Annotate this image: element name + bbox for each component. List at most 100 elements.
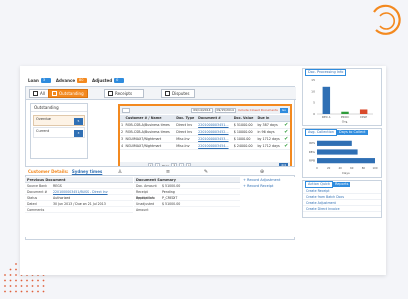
actions-section: + Record Adjustment + Record Receipt <box>241 177 295 237</box>
x-tick-label: 40 <box>339 166 343 170</box>
receipt-icon <box>108 91 113 96</box>
table-cell: $ 10000.00 <box>232 128 257 136</box>
table-row[interactable]: 1 ROB-CSB-A/Business times Direct Inv 22010… <box>120 121 290 129</box>
avg-collection-tab[interactable]: Avg. Collection <box>305 129 338 136</box>
days-to-collect-tab[interactable]: Days to Collect <box>337 130 368 135</box>
table-cell[interactable]: 2201000003452... <box>197 128 233 136</box>
tab-receipts[interactable]: Receipts <box>104 89 144 98</box>
filter-loan[interactable]: Loan 3 <box>28 77 51 83</box>
filter-label: Adjusted <box>92 77 113 83</box>
action-quick-tab[interactable]: Action Quick <box>305 181 333 188</box>
x-tick-label: 0 <box>316 166 318 170</box>
detail-key: Comments <box>27 208 45 212</box>
outstanding-panel: Outstanding Overdue 5 Current 3 <box>30 103 88 159</box>
list-icon[interactable]: ≡ <box>165 169 171 175</box>
bar[interactable] <box>322 86 331 114</box>
customer-link[interactable]: Sydney times <box>72 169 102 174</box>
user-icon[interactable]: ♙ <box>117 169 123 175</box>
filter-count-badge: 80 <box>77 77 88 83</box>
globe-icon[interactable]: ⊕ <box>259 169 265 175</box>
bar[interactable] <box>317 149 358 155</box>
check-icon: ✔ <box>283 128 290 136</box>
tab-all[interactable]: All <box>29 89 49 98</box>
date-from-input[interactable]: 09/14/2014 <box>191 107 213 113</box>
table-row[interactable]: 3 NGUIMAX7/Nightmart Misc.Inv 2201000003453… <box>120 135 290 143</box>
detail-value: Pending <box>162 190 175 194</box>
processing-bar-chart: 15 10 5 0 REC.1 PROC DISP Org. <box>311 78 373 124</box>
filter-bar: Loan 3 Advance 80 Adjusted 0 <box>28 76 125 84</box>
table-cell[interactable]: 2201000003451... <box>197 121 233 129</box>
x-tick-label: 20 <box>327 166 331 170</box>
table-cell: $ 24000.00 <box>232 142 257 150</box>
detail-key: Source Bank <box>27 184 47 188</box>
tab-disputes[interactable]: Disputes <box>161 89 195 98</box>
table-cell: Direct Inv <box>175 121 198 129</box>
bar[interactable] <box>359 109 368 114</box>
detail-label-text: Customer Details: <box>28 168 69 174</box>
detail-value: $ 51000.00 <box>162 184 181 188</box>
x-axis-caption: Org. <box>342 120 348 124</box>
filter-adjusted[interactable]: Adjusted 0 <box>92 77 125 83</box>
table-cell: $ 51000.00 <box>232 121 257 129</box>
app-window: Loan 3 Advance 80 Adjusted 0 All Outstan… <box>20 66 386 275</box>
table-cell: NGUIMAX7/Nightmart <box>124 142 176 150</box>
go-button[interactable]: Go <box>279 107 288 113</box>
quick-actions-widget: Action Quick Reports Create Receipt Creat… <box>302 180 382 218</box>
tab-label: All <box>40 91 45 96</box>
grid-toolbar: 09/14/2014 09/15/2014 Include Closed Doc… <box>120 106 290 114</box>
date-to-input[interactable]: 09/15/2014 <box>214 107 236 113</box>
document-summary-section: Document Summary Doc. Amount $ 51000.00 Re… <box>134 177 240 237</box>
widget-title[interactable]: Doc. Processing Info <box>305 69 347 76</box>
detail-value[interactable]: 2201000003451/BUSS - Direct Inv <box>53 189 108 194</box>
table-row[interactable]: 4 NGUIMAX7/Nightmart Misc.Inv 2201000003454… <box>120 142 290 150</box>
x-tick-label: 100 <box>373 166 378 170</box>
table-cell: by 1712 days <box>256 142 284 150</box>
filter-label: Advance <box>55 77 76 83</box>
table-row[interactable]: 2 ROB-CSB-A/Business times Direct Inv 22010… <box>120 128 290 136</box>
reports-tab[interactable]: Reports <box>332 182 351 187</box>
document-icon <box>52 91 57 96</box>
table-cell[interactable]: 2201000003454... <box>197 142 233 150</box>
y-tick-label: RPS <box>309 141 315 145</box>
bar[interactable] <box>317 140 352 146</box>
record-receipt-link[interactable]: + Record Receipt <box>241 183 295 189</box>
quick-action-link[interactable]: Create Direct Invoice <box>303 206 381 212</box>
table-cell[interactable]: 2201000003453... <box>197 135 233 143</box>
x-tick-label: DISP <box>360 115 367 119</box>
y-tick-label: 5 <box>313 101 315 105</box>
detail-value: REGS <box>53 184 62 188</box>
bar[interactable] <box>341 111 349 114</box>
y-tick-label: 10 <box>311 89 315 93</box>
tab-outstanding[interactable]: Outstanding <box>48 89 88 98</box>
selector-input[interactable] <box>122 107 130 113</box>
x-tick-label: REC.1 <box>322 115 331 119</box>
x-tick-label: PROC <box>341 115 349 119</box>
outstanding-panel-title: Outstanding <box>31 104 87 112</box>
avg-collection-widget: Avg. Collection Days to Collect RPS REG RP… <box>302 128 382 178</box>
edit-icon[interactable]: ✎ <box>203 169 209 175</box>
check-icon: ✔ <box>283 121 290 129</box>
doc-processing-widget: Doc. Processing Info 15 10 5 0 REC.1 PROC DISP… <box>302 68 382 126</box>
detail-key: Receipt Application <box>136 190 154 200</box>
table-cell: Direct Inv <box>175 128 198 136</box>
table-cell: ROB-CSB-A/Business times <box>124 128 176 136</box>
count-badge: 3 <box>74 130 83 137</box>
bar[interactable] <box>317 158 375 164</box>
y-tick-label: 0 <box>313 112 315 116</box>
x-tick-label: 80 <box>362 166 366 170</box>
detail-value: $ 51000.00 <box>162 202 181 206</box>
y-tick-label: 15 <box>311 78 315 82</box>
include-closed-link[interactable]: Include Closed Documents <box>238 108 278 112</box>
table-cell: by 387 days <box>256 121 284 129</box>
filter-advance[interactable]: Advance 80 <box>55 77 88 83</box>
table-cell: NGUIMAX7/Nightmart <box>124 135 176 143</box>
grid-icon <box>33 91 38 96</box>
decorative-arc-icon <box>373 4 401 35</box>
row-label: Overdue <box>36 117 51 121</box>
current-row[interactable]: Current 3 <box>33 127 85 138</box>
row-label: Current <box>36 129 50 133</box>
tab-bar: All Outstanding Receipts Disputes <box>26 87 296 100</box>
tab-label: Receipts <box>115 91 133 96</box>
collection-bar-chart: RPS REG RPB0 20 40 60 80 100 Days <box>309 140 378 175</box>
overdue-row[interactable]: Overdue 5 <box>33 115 85 126</box>
